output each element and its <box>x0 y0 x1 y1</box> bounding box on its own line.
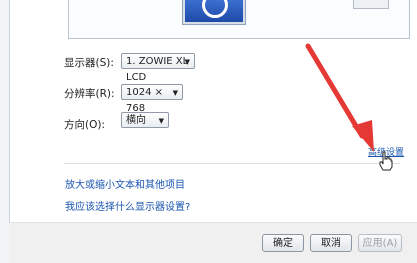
monitor-label: 显示器(S): <box>64 57 114 69</box>
enlarge-text-link[interactable]: 放大或缩小文本和其他项目 <box>65 176 185 191</box>
divider <box>64 163 400 164</box>
resolution-label: 分辨率(R): <box>64 88 115 100</box>
monitor-select[interactable]: 1. ZOWIE XL LCD ▼ <box>121 53 195 83</box>
hand-cursor-icon <box>379 151 393 171</box>
ok-button[interactable]: 确定 <box>262 234 304 252</box>
cancel-button[interactable]: 取消 <box>310 234 352 252</box>
button-bar <box>9 222 417 263</box>
orientation-select-value: 横向 <box>126 115 146 126</box>
orientation-label: 方向(O): <box>64 119 105 131</box>
identify-button[interactable] <box>353 0 389 9</box>
orientation-select[interactable]: 横向 ▼ <box>121 112 169 128</box>
chevron-down-icon: ▼ <box>172 89 178 97</box>
chevron-down-icon: ▼ <box>184 58 190 66</box>
chevron-down-icon: ▼ <box>158 117 164 125</box>
apply-button[interactable]: 应用(A) <box>358 234 402 252</box>
resolution-select[interactable]: 1024 × 768 ▼ <box>121 84 183 114</box>
which-settings-link[interactable]: 我应该选择什么显示器设置? <box>65 198 190 213</box>
annotation-arrow-icon <box>305 43 374 152</box>
monitor-preview-area <box>68 0 410 39</box>
monitor-icon[interactable] <box>183 0 245 24</box>
